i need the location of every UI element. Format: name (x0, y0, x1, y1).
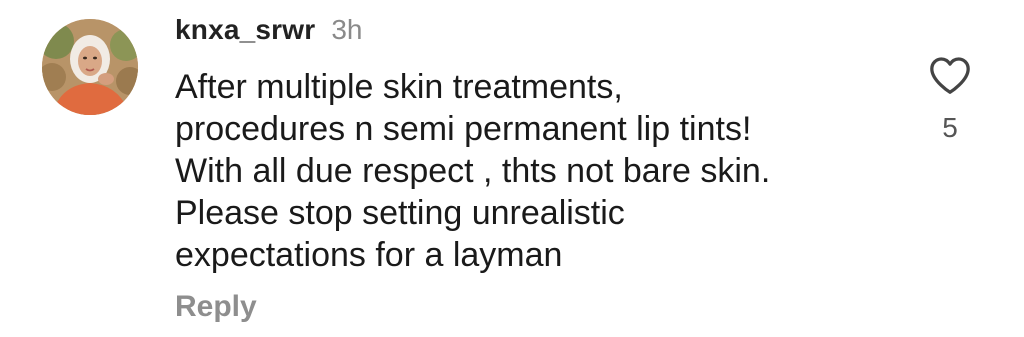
like-count: 5 (942, 112, 958, 143)
avatar-image (42, 19, 138, 115)
avatar[interactable] (42, 19, 138, 115)
timestamp: 3h (331, 14, 363, 45)
comment-header: knxa_srwr 3h (175, 14, 363, 54)
heart-outline-icon (930, 57, 970, 94)
comment-text-line: After multiple skin treatments, (175, 68, 623, 106)
comment-text-line: With all due respect , thts not bare ski… (175, 152, 771, 190)
comment-text-line: expectations for a layman (175, 236, 563, 274)
username[interactable]: knxa_srwr (175, 14, 315, 46)
comment-item: knxa_srwr 3h After multiple skin treatme… (0, 0, 1024, 337)
comment-text-line: procedures n semi permanent lip tints! (175, 110, 752, 148)
like-button[interactable] (925, 52, 975, 98)
like-control: 5 (925, 52, 975, 144)
comment-text-line: Please stop setting unrealistic (175, 194, 625, 232)
comment-text: After multiple skin treatments, procedur… (175, 66, 895, 276)
reply-button[interactable]: Reply (175, 290, 257, 324)
